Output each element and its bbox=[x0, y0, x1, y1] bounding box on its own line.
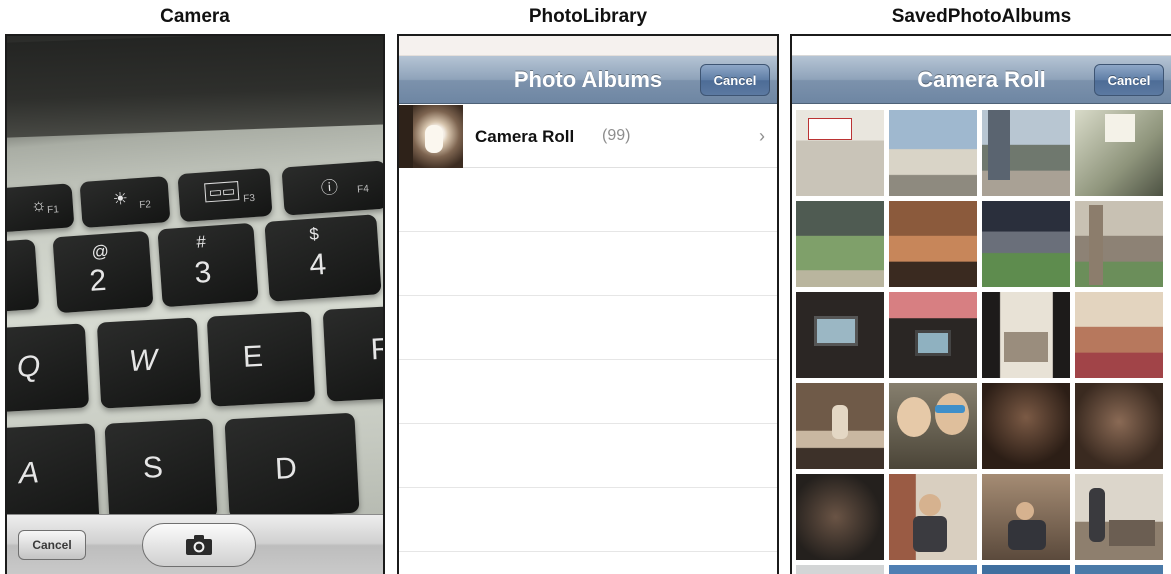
photo-thumbnail[interactable] bbox=[982, 110, 1070, 196]
photo-thumbnail[interactable] bbox=[982, 201, 1070, 287]
photo-thumbnail[interactable] bbox=[796, 201, 884, 287]
photo-thumbnail[interactable] bbox=[982, 474, 1070, 560]
photolibrary-screen: Photo Albums Cancel Camera Roll (99) › bbox=[397, 34, 779, 574]
chevron-right-icon: › bbox=[759, 126, 765, 146]
photo-thumbnail[interactable] bbox=[889, 292, 977, 378]
keyboard-key-4: $ 4 bbox=[264, 214, 382, 302]
keyboard-key-r: R bbox=[322, 306, 383, 402]
photo-thumbnail[interactable] bbox=[889, 110, 977, 196]
photo-grid bbox=[792, 105, 1171, 574]
empty-row bbox=[399, 424, 777, 488]
empty-row bbox=[399, 232, 777, 296]
photo-thumbnail[interactable] bbox=[982, 292, 1070, 378]
keyboard-key-1 bbox=[7, 238, 40, 314]
photo-thumbnail[interactable] bbox=[889, 565, 977, 574]
empty-row bbox=[399, 296, 777, 360]
keyboard-key-f4: ⓘ F4 bbox=[281, 160, 383, 216]
album-thumbnail bbox=[399, 105, 463, 168]
camera-screen: ☼ F1 ☀ F2 ▭▭ F3 ⓘ F4 @ 2 # 3 $ 4 Q W E R… bbox=[5, 34, 385, 574]
keyboard-key-f3: ▭▭ F3 bbox=[177, 167, 273, 223]
photo-thumbnail[interactable] bbox=[796, 110, 884, 196]
photo-thumbnail[interactable] bbox=[1075, 565, 1163, 574]
keyboard-key-2: @ 2 bbox=[52, 230, 154, 314]
savedphotoalbums-screen: Camera Roll Cancel bbox=[790, 34, 1171, 574]
keyboard-key-s: S bbox=[104, 418, 218, 516]
photo-thumbnail[interactable] bbox=[889, 201, 977, 287]
cancel-button[interactable]: Cancel bbox=[700, 64, 770, 96]
photo-thumbnail[interactable] bbox=[1075, 292, 1163, 378]
photo-thumbnail[interactable] bbox=[982, 383, 1070, 469]
camera-icon bbox=[186, 535, 212, 555]
album-count: (99) bbox=[602, 127, 631, 144]
keyboard-key-f1: ☼ F1 bbox=[7, 183, 75, 233]
navigation-bar: Camera Roll Cancel bbox=[792, 56, 1171, 104]
savedphotoalbums-panel-title: SavedPhotoAlbums bbox=[891, 6, 1072, 27]
photo-thumbnail[interactable] bbox=[1075, 474, 1163, 560]
album-row-camera-roll[interactable]: Camera Roll (99) › bbox=[399, 105, 777, 168]
photo-thumbnail[interactable] bbox=[796, 383, 884, 469]
photolibrary-panel-title: PhotoLibrary bbox=[528, 6, 648, 27]
photo-thumbnail[interactable] bbox=[796, 292, 884, 378]
keyboard-key-3: # 3 bbox=[157, 222, 259, 308]
cancel-button[interactable]: Cancel bbox=[1094, 64, 1164, 96]
photo-thumbnail[interactable] bbox=[982, 565, 1070, 574]
status-bar bbox=[399, 36, 777, 56]
laptop-lid-image bbox=[7, 36, 383, 138]
photo-thumbnail[interactable] bbox=[1075, 201, 1163, 287]
shutter-button[interactable] bbox=[142, 523, 256, 567]
keyboard-key-a: A bbox=[7, 423, 100, 516]
empty-row bbox=[399, 488, 777, 552]
keyboard-key-f2: ☀ F2 bbox=[79, 175, 171, 229]
keyboard-key-d: D bbox=[224, 412, 360, 516]
empty-row bbox=[399, 168, 777, 232]
photo-thumbnail[interactable] bbox=[1075, 383, 1163, 469]
photo-thumbnail[interactable] bbox=[1075, 110, 1163, 196]
navigation-bar: Photo Albums Cancel bbox=[399, 56, 777, 104]
photo-thumbnail[interactable] bbox=[889, 383, 977, 469]
camera-viewfinder: ☼ F1 ☀ F2 ▭▭ F3 ⓘ F4 @ 2 # 3 $ 4 Q W E R… bbox=[7, 36, 383, 516]
camera-cancel-button[interactable]: Cancel bbox=[18, 530, 86, 560]
album-name: Camera Roll bbox=[475, 127, 575, 146]
keyboard-key-w: W bbox=[96, 317, 202, 409]
camera-panel-title: Camera bbox=[160, 6, 230, 27]
keyboard-key-q: Q bbox=[7, 323, 90, 413]
photo-thumbnail[interactable] bbox=[889, 474, 977, 560]
photo-thumbnail[interactable] bbox=[796, 474, 884, 560]
keyboard-key-e: E bbox=[206, 311, 316, 407]
camera-toolbar: Cancel bbox=[7, 514, 383, 574]
status-bar bbox=[792, 36, 1171, 56]
empty-row bbox=[399, 360, 777, 424]
photo-thumbnail[interactable] bbox=[796, 565, 884, 574]
